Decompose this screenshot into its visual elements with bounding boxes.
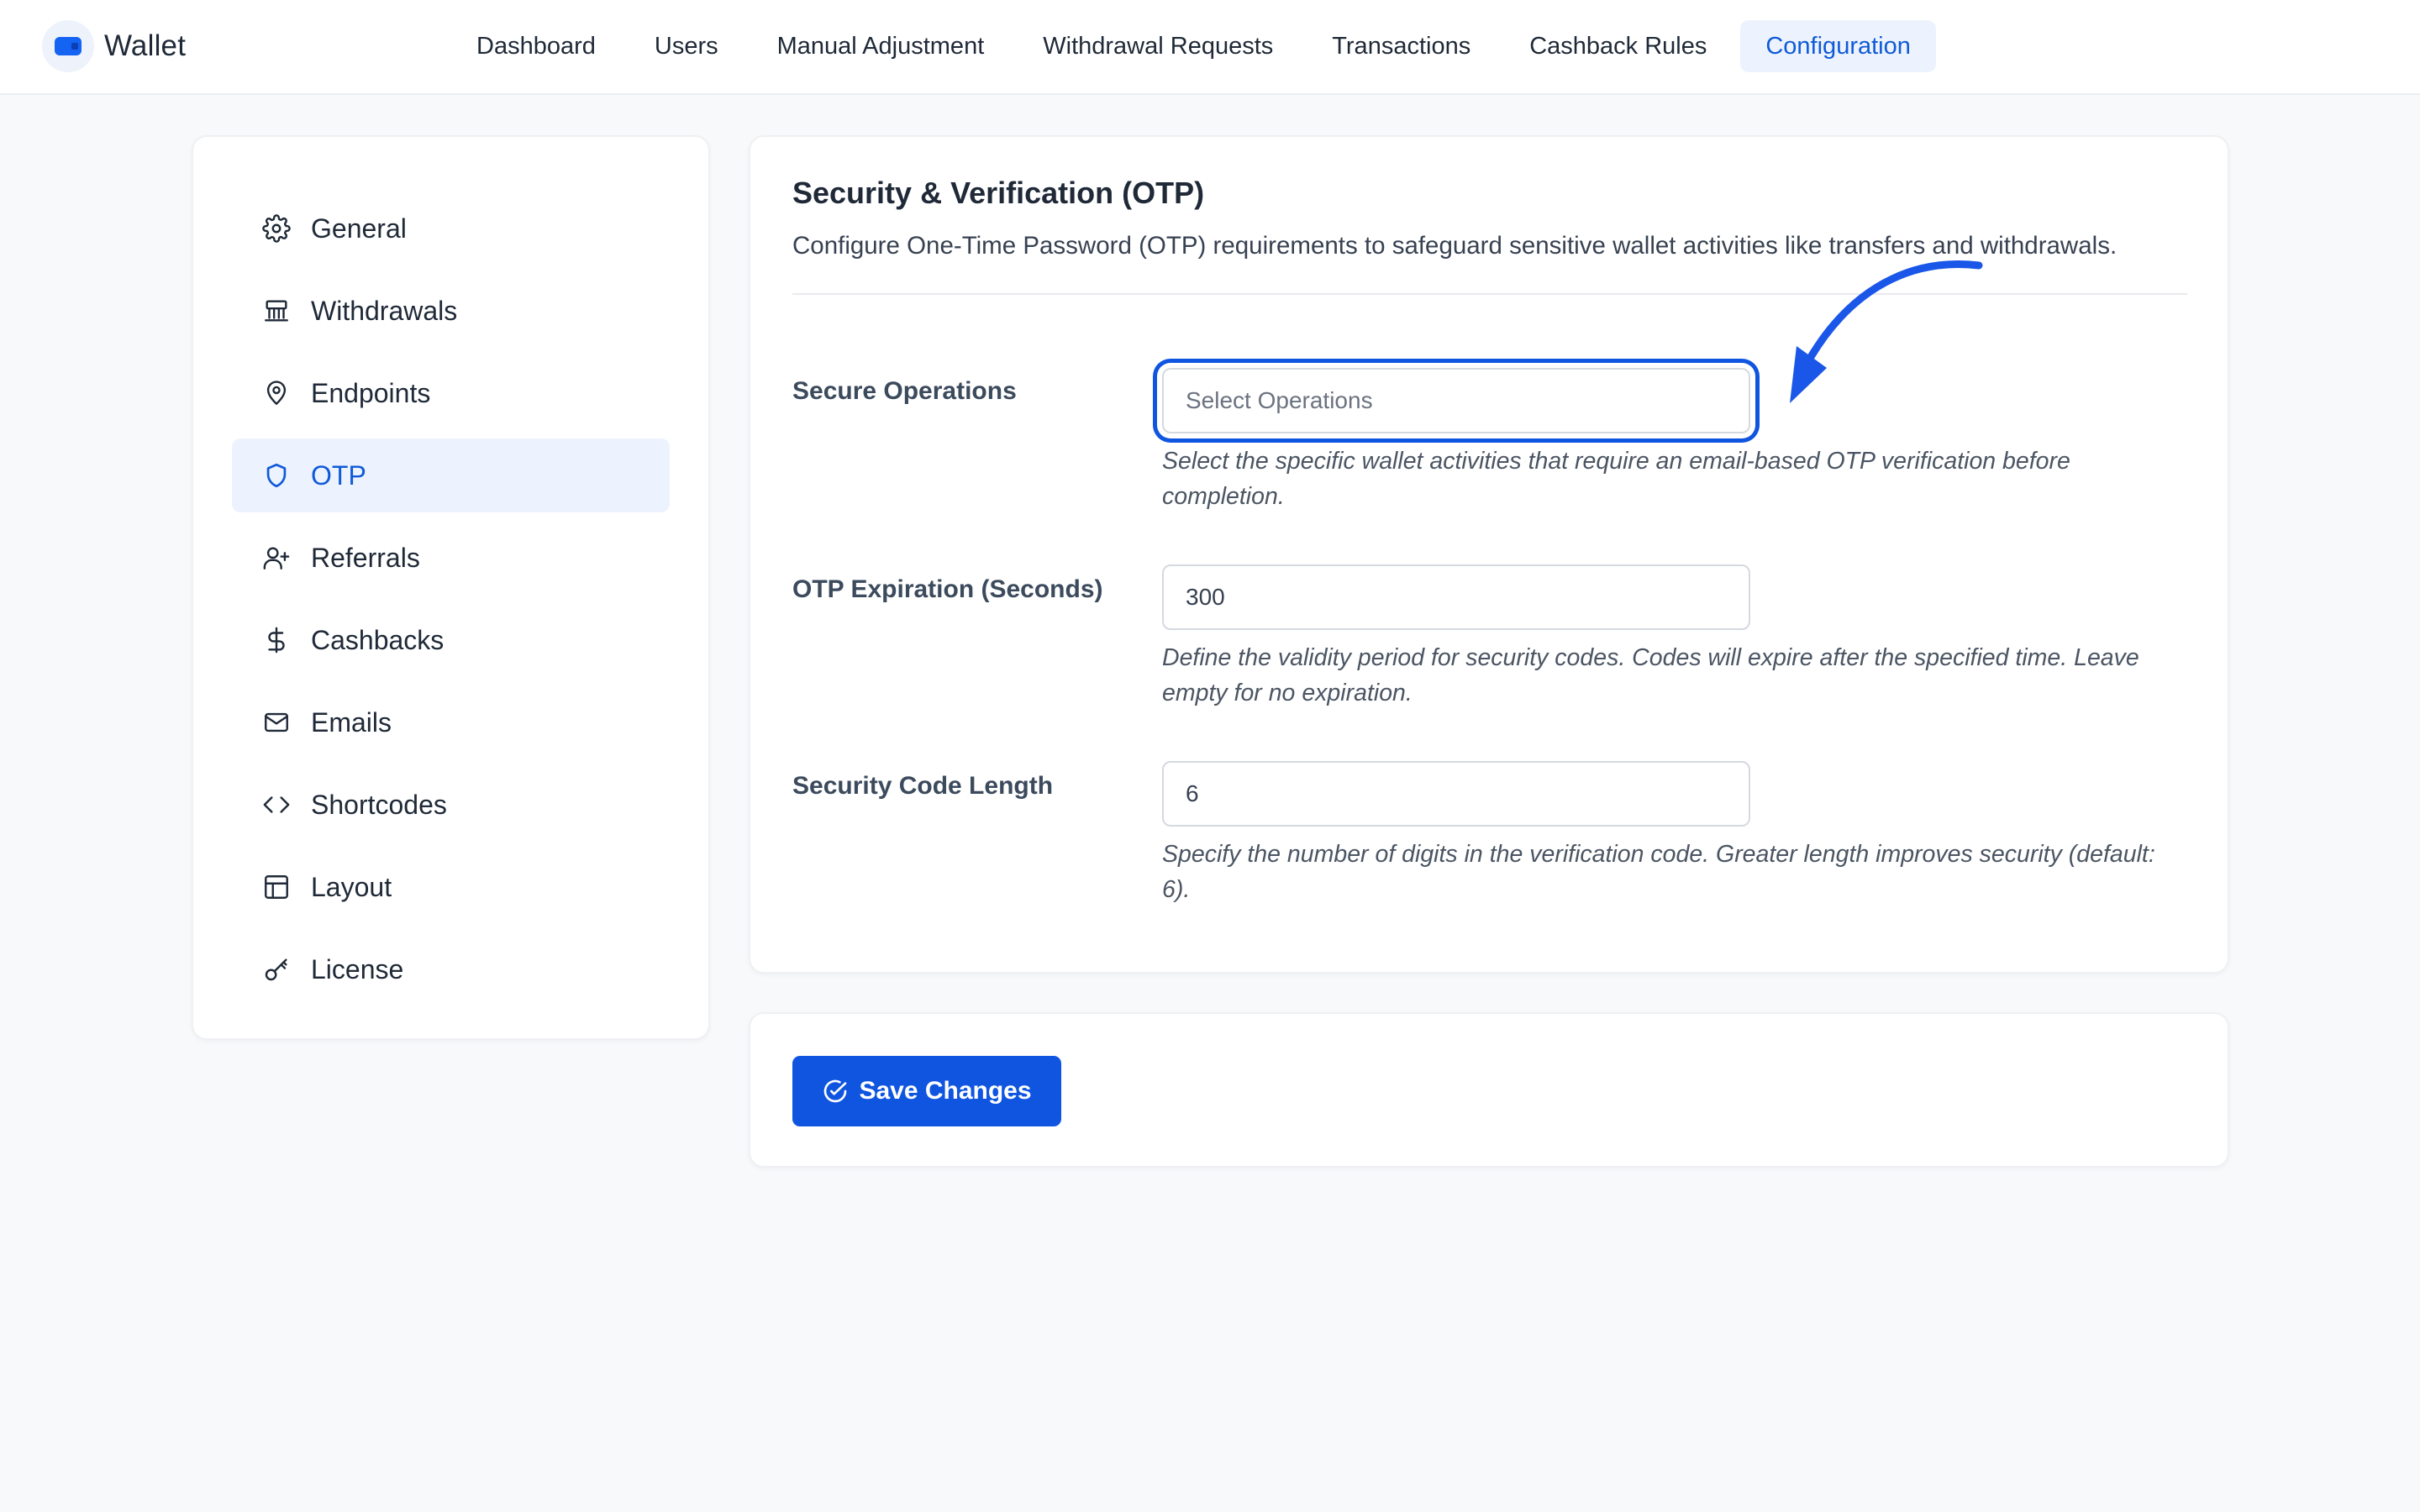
map-pin-icon [266,381,287,405]
wallet-logo-icon [42,20,94,72]
code-length-input[interactable] [1162,761,1750,827]
nav-configuration[interactable]: Configuration [1740,20,1936,72]
save-changes-button[interactable]: Save Changes [792,1056,1061,1126]
nav-transactions[interactable]: Transactions [1307,20,1496,72]
sidebar-item-label: Referrals [311,542,420,573]
layout-icon [265,875,288,899]
sidebar-item-cashbacks[interactable]: Cashbacks [232,603,670,677]
sidebar-item-label: Layout [311,871,392,902]
bank-icon [265,300,288,322]
section-title: Security & Verification (OTP) [792,176,1205,210]
sidebar-item-otp[interactable]: OTP [232,438,670,512]
sidebar-item-layout[interactable]: Layout [232,850,670,924]
sidebar-item-label: Shortcodes [311,789,447,820]
user-plus-icon [263,547,290,570]
app-name: Wallet [104,29,187,62]
nav-dashboard[interactable]: Dashboard [451,20,621,72]
top-bar: Wallet Dashboard Users Manual Adjustment… [0,0,2420,95]
sidebar-item-license[interactable]: License [232,932,670,1006]
top-nav: Dashboard Users Manual Adjustment Withdr… [451,20,1944,72]
nav-users[interactable]: Users [629,20,744,72]
brand[interactable]: Wallet [42,20,186,72]
otp-expiration-help: Define the validity period for security … [1162,644,2139,706]
otp-expiration-input[interactable] [1162,564,1750,630]
check-circle-icon [824,1079,847,1103]
sidebar-item-label: Emails [311,706,392,738]
sidebar-item-label: Withdrawals [311,295,458,326]
shield-icon [266,463,287,488]
nav-withdrawal-requests[interactable]: Withdrawal Requests [1018,20,1298,72]
code-icon [263,796,290,813]
key-icon [265,958,287,981]
dollar-icon [268,627,285,654]
secure-operations-help: Select the specific wallet activities th… [1162,448,2070,510]
sidebar-item-label: General [311,213,407,244]
settings-sidebar: General Withdrawals Endpoints OTP Referr… [192,135,710,1040]
code-length-label: Security Code Length [792,772,1054,800]
sidebar-item-general[interactable]: General [232,192,670,265]
nav-cashback-rules[interactable]: Cashback Rules [1504,20,1732,72]
gear-icon [262,214,291,243]
secure-operations-select[interactable] [1162,368,1750,433]
secure-operations-label: Secure Operations [792,377,1017,405]
annotation-arrow-icon [1790,260,1983,403]
sidebar-item-referrals[interactable]: Referrals [232,521,670,595]
code-length-help: Specify the number of digits in the veri… [1162,841,2155,903]
sidebar-item-label: Cashbacks [311,624,445,655]
otp-expiration-label: OTP Expiration (Seconds) [792,575,1103,603]
otp-settings-card: Security & Verification (OTP) Configure … [749,135,2229,974]
sidebar-item-withdrawals[interactable]: Withdrawals [232,274,670,348]
nav-manual-adjustment[interactable]: Manual Adjustment [752,20,1010,72]
save-card: Save Changes [749,1012,2229,1168]
sidebar-item-endpoints[interactable]: Endpoints [232,356,670,430]
sidebar-item-emails[interactable]: Emails [232,685,670,759]
sidebar-item-shortcodes[interactable]: Shortcodes [232,768,670,842]
sidebar-item-label: OTP [311,459,366,491]
sidebar-item-label: Endpoints [311,377,431,408]
save-button-label: Save Changes [859,1077,1032,1105]
sidebar-item-label: License [311,953,404,984]
mail-icon [265,712,288,732]
